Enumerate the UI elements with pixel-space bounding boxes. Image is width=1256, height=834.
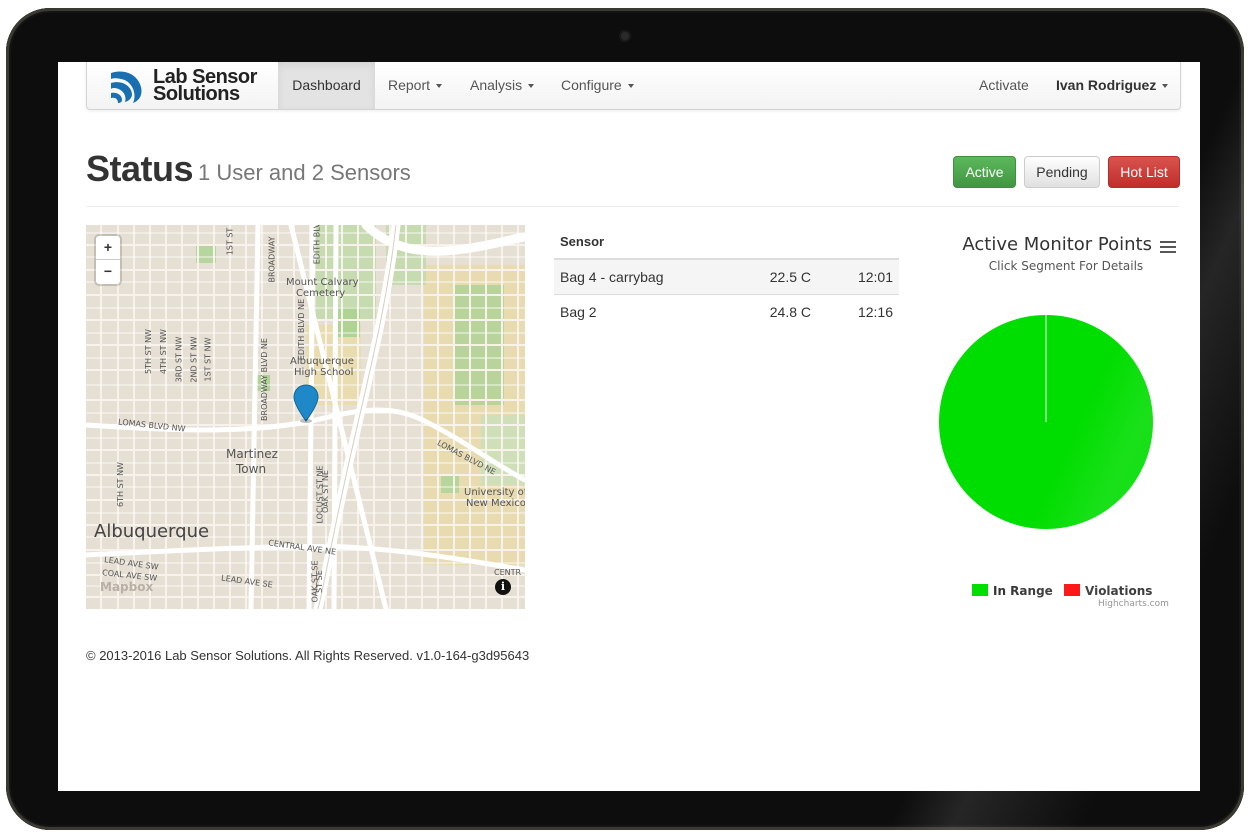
nav-analysis[interactable]: Analysis bbox=[470, 62, 535, 109]
map-label: OAK ST NE bbox=[320, 470, 330, 513]
brand-line-2: Solutions bbox=[153, 83, 240, 105]
map-label: 3RD ST NW bbox=[174, 336, 184, 383]
table-header-row: Sensor bbox=[554, 225, 899, 260]
pending-button[interactable]: Pending bbox=[1024, 156, 1100, 188]
nav-analysis-label: Analysis bbox=[470, 77, 523, 93]
active-button[interactable]: Active bbox=[953, 156, 1016, 188]
page-title: Status bbox=[86, 148, 194, 189]
map-label: 6TH ST NW bbox=[115, 462, 125, 507]
sensor-map[interactable]: + − Mount Calvary Cemetery Albuquerque H… bbox=[86, 225, 525, 609]
page-subtitle: 1 User and 2 Sensors bbox=[198, 160, 411, 185]
screen: Lab Sensor Solutions Dashboard Report An… bbox=[58, 62, 1200, 791]
map-label: University of bbox=[464, 487, 525, 498]
nav-activate[interactable]: Activate bbox=[979, 62, 1029, 109]
brand-name: Lab Sensor Solutions bbox=[153, 67, 257, 105]
map-info-icon[interactable]: i bbox=[495, 579, 511, 595]
sensor-time-cell: 12:01 bbox=[817, 258, 899, 295]
map-label: EDITH BLV bbox=[312, 225, 322, 265]
sensor-temp-cell: 24.8 C bbox=[735, 294, 817, 329]
footer-copyright: © 2013-2016 Lab Sensor Solutions. All Ri… bbox=[86, 648, 530, 663]
map-label: 1ST ST bbox=[225, 227, 235, 256]
map-label: BROADWAY BLVD NE bbox=[259, 338, 269, 421]
map-zoom-control: + − bbox=[96, 236, 120, 284]
brand-logo[interactable]: Lab Sensor Solutions bbox=[107, 67, 257, 105]
map-label: 1ST ST NW bbox=[203, 337, 213, 382]
map-label: Cemetery bbox=[296, 288, 346, 299]
nav-user-menu[interactable]: Ivan Rodriguez bbox=[1056, 62, 1169, 109]
time-column-header bbox=[817, 225, 899, 260]
table-row[interactable]: Bag 4 - carrybag 22.5 C 12:01 bbox=[554, 258, 899, 295]
sensor-table: Sensor Bag 4 - carrybag 22.5 C 12:01 Bag… bbox=[554, 225, 899, 329]
sensor-time-cell: 12:16 bbox=[817, 294, 899, 329]
map-label: 2ND ST NW bbox=[189, 336, 199, 383]
nav-configure-label: Configure bbox=[561, 77, 622, 93]
caret-down-icon bbox=[436, 84, 443, 89]
map-label: Martinez bbox=[226, 447, 278, 461]
nav-report[interactable]: Report bbox=[388, 62, 443, 109]
chart-subtitle: Click Segment For Details bbox=[988, 259, 1144, 273]
map-marker-icon[interactable] bbox=[291, 383, 321, 423]
legend-swatch bbox=[972, 584, 988, 596]
caret-down-icon bbox=[627, 84, 634, 89]
active-monitor-chart: Active Monitor Points Click Segment For … bbox=[938, 225, 1178, 615]
legend-label: Violations bbox=[1085, 584, 1153, 598]
mapbox-logo: Mapbox bbox=[100, 580, 154, 594]
temp-column-header bbox=[735, 225, 817, 260]
sensor-name-cell: Bag 2 bbox=[554, 294, 735, 329]
sensor-name-cell: Bag 4 - carrybag bbox=[554, 258, 735, 295]
divider bbox=[86, 206, 1179, 207]
map-label: EDITH BLVD NE bbox=[297, 298, 307, 361]
map-label: BROADWAY bbox=[267, 236, 277, 283]
tablet-frame: Lab Sensor Solutions Dashboard Report An… bbox=[6, 8, 1244, 830]
map-label: CENTR bbox=[494, 568, 522, 577]
wave-logo-icon bbox=[111, 71, 142, 103]
caret-down-icon bbox=[1162, 84, 1169, 89]
legend-label: In Range bbox=[993, 584, 1053, 598]
sensor-column-header: Sensor bbox=[554, 225, 735, 260]
map-label: High School bbox=[294, 367, 354, 378]
nav-activate-label: Activate bbox=[979, 77, 1029, 93]
zoom-out-button[interactable]: − bbox=[96, 260, 120, 284]
nav-report-label: Report bbox=[388, 77, 431, 93]
map-label: 5TH ST NW bbox=[143, 329, 153, 374]
zoom-in-button[interactable]: + bbox=[96, 236, 120, 260]
chart-credits[interactable]: Highcharts.com bbox=[1098, 599, 1169, 609]
hot-list-button[interactable]: Hot List bbox=[1108, 156, 1180, 188]
table-row[interactable]: Bag 2 24.8 C 12:16 bbox=[554, 294, 899, 329]
map-label: 4TH ST NW bbox=[158, 329, 168, 374]
legend-item-in-range[interactable]: In Range bbox=[972, 584, 1053, 598]
hamburger-menu-icon[interactable] bbox=[1160, 241, 1176, 253]
nav-configure[interactable]: Configure bbox=[561, 62, 634, 109]
legend-item-violations[interactable]: Violations bbox=[1064, 584, 1152, 598]
nav-dashboard[interactable]: Dashboard bbox=[278, 62, 375, 109]
top-navbar: Lab Sensor Solutions Dashboard Report An… bbox=[86, 62, 1181, 110]
legend-swatch bbox=[1064, 584, 1080, 596]
map-label: Albuquerque bbox=[94, 521, 210, 542]
map-label: New Mexico bbox=[466, 498, 525, 509]
map-label: ST SE bbox=[314, 570, 324, 593]
sensor-temp-cell: 22.5 C bbox=[735, 258, 817, 295]
caret-down-icon bbox=[528, 84, 535, 89]
nav-user-label: Ivan Rodriguez bbox=[1056, 77, 1157, 93]
camera-icon bbox=[621, 32, 629, 40]
map-label: Town bbox=[236, 462, 267, 476]
pie-chart bbox=[939, 315, 1153, 529]
map-label: Mount Calvary bbox=[286, 277, 359, 288]
chart-title: Active Monitor Points bbox=[962, 234, 1152, 255]
nav-dashboard-label: Dashboard bbox=[292, 77, 361, 93]
